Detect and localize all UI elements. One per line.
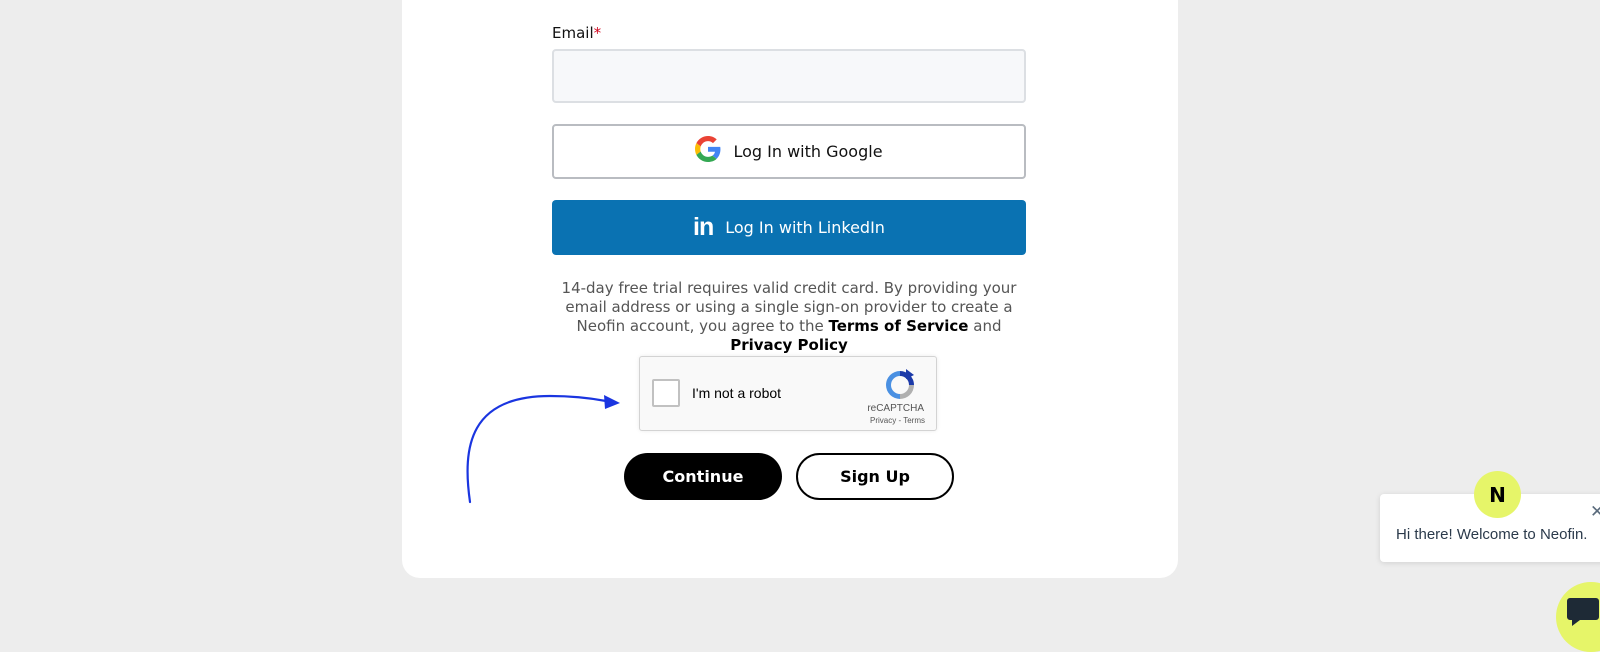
linkedin-login-button[interactable]: in Log In with LinkedIn	[552, 200, 1026, 255]
chat-icon	[1567, 598, 1599, 626]
avatar-letter: N	[1489, 482, 1506, 507]
privacy-policy-link[interactable]: Privacy Policy	[730, 336, 848, 354]
trial-disclaimer: 14-day free trial requires valid credit …	[552, 279, 1026, 355]
hand-drawn-arrow-icon	[466, 394, 620, 504]
disclaimer-and: and	[968, 317, 1002, 335]
sign-up-button[interactable]: Sign Up	[796, 453, 954, 500]
linkedin-login-label: Log In with LinkedIn	[725, 218, 885, 237]
recaptcha-links: Privacy - Terms	[870, 416, 925, 425]
google-login-button[interactable]: Log In with Google	[552, 124, 1026, 179]
recaptcha-label: I'm not a robot	[692, 385, 782, 401]
recaptcha-checkbox[interactable]	[652, 379, 680, 407]
close-icon[interactable]: ✕	[1590, 502, 1600, 522]
chat-greeting: Hi there! Welcome to Neofin.	[1396, 526, 1588, 543]
recaptcha-widget: I'm not a robot reCAPTCHA Privacy - Term…	[639, 356, 937, 431]
continue-button[interactable]: Continue	[624, 453, 782, 500]
chat-avatar: N	[1474, 471, 1521, 518]
required-mark: *	[593, 24, 602, 42]
email-label: Email*	[552, 24, 601, 42]
recaptcha-terms-link[interactable]: Terms	[903, 416, 925, 425]
email-label-text: Email	[552, 24, 594, 42]
recaptcha-logo-icon	[886, 369, 914, 399]
recaptcha-brand: reCAPTCHA	[867, 403, 924, 414]
google-icon	[695, 136, 721, 167]
recaptcha-privacy-link[interactable]: Privacy	[870, 416, 896, 425]
linkedin-icon: in	[693, 213, 714, 241]
chat-launcher-button[interactable]	[1556, 582, 1600, 652]
email-field[interactable]	[552, 49, 1026, 103]
terms-of-service-link[interactable]: Terms of Service	[828, 317, 968, 335]
google-login-label: Log In with Google	[733, 142, 883, 161]
